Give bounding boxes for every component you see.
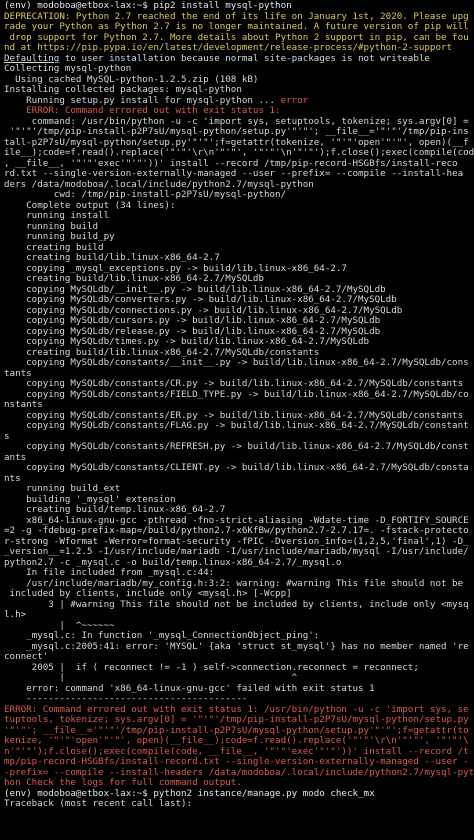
terminal-line: copying MySQLdb/constants/ER.py -> build… [4,410,464,421]
terminal-line: In file included from _mysql.c:44: [4,568,215,578]
terminal-line: Complete output (34 lines): [4,200,176,211]
terminal-line: copying MySQLdb/connections.py -> build/… [4,305,403,316]
terminal-line: nstants [4,400,43,410]
error-word: error [280,95,309,106]
terminal-line: creating build/lib.linux-x86_64-2.7/MySQ… [4,274,264,284]
terminal-line: running build_ext [4,484,121,494]
terminal-line: Collecting mysql-python [4,64,132,74]
terminal-line: tuptools, tokenize; sys.argv[0] = '"'"'/… [4,715,469,725]
terminal-line: connect' [4,652,49,662]
terminal-line: copying _mysql_exceptions.py -> build/li… [4,263,347,274]
terminal-line: nts [4,473,21,484]
terminal-line: l.h> [4,610,27,620]
terminal-line: building '_mysql' extension [4,494,176,505]
terminal-line: mp/pip-record-HSGBfs/install-record.txt … [4,757,469,767]
terminal-line: creating build/lib.linux-x86_64-2.7/MySQ… [4,347,320,358]
terminal-line: copying MySQLdb/release.py -> build/lib.… [4,326,381,337]
terminal-line: (env) modoboa@etbox-lax:~$ pip2 install … [4,1,292,11]
terminal-line: _mysql.c:2005:41: error: 'MYSQL' {aka 's… [4,641,469,652]
terminal-line: ---------------------------------------- [4,694,248,704]
terminal-line: copying MySQLdb/constants/__init__.py ->… [4,358,469,368]
terminal-line: copying MySQLdb/times.py -> build/lib.li… [4,337,370,347]
terminal-line: ants [4,452,27,463]
terminal-line: /usr/include/mariadb/my_config.h:3:2: wa… [4,578,464,589]
terminal-window[interactable]: (env) modoboa@etbox-lax:~$ pip2 install … [0,0,474,840]
terminal-line: copying MySQLdb/constants/FIELD_TYPE.py … [4,389,469,400]
terminal-line: ile__);code=f.read().replace('"'"'\r\n'"… [4,148,474,158]
terminal-line: _version__=1.2.5 -I/usr/include/mariadb … [4,547,469,557]
terminal-line: r-strong -Wformat -Werror=format-securit… [4,536,469,547]
terminal-line: command: /usr/bin/python -u -c 'import s… [4,116,469,127]
terminal-line: copying MySQLdb/__init__.py -> build/lib… [4,284,386,295]
terminal-line: '"'"'/tmp/pip-install-p2P7sU/mysql-pytho… [4,127,469,137]
terminal-line: copying MySQLdb/constants/FLAG.py -> bui… [4,421,469,431]
terminal-line: tants [4,368,32,379]
terminal-line: 3 | #warning This file should not be inc… [4,599,469,610]
terminal-line: x86_64-linux-gnu-gcc -pthread -fno-stric… [4,515,469,526]
terminal-line: creating build/temp.linux-x86_64-2.7 [4,505,226,515]
terminal-line: drop support for Python 2.7. More detail… [4,32,469,43]
underlined-word: Defaulting [4,53,60,64]
terminal-line: creating build/lib.linux-x86_64-2.7 [4,253,220,263]
terminal-line: tall-p2P7sU/mysql-python/setup.py'"'"';f… [4,137,469,148]
terminal-line: ERROR: Command errored out with exit sta… [4,704,469,715]
terminal-line: =2 -g -fdebug-prefix-map=/build/python2.… [4,526,469,536]
terminal-line: Running setup.py install for mysql-pytho… [4,96,474,107]
line-text: to user installation because normal site… [59,53,430,64]
terminal-line: (env) modoboa@etbox-lax:~$ python2 insta… [4,788,375,799]
terminal-line: , __file__, '"'"'exec'"'"'))' install --… [4,158,458,169]
terminal-line: 2005 | if ( reconnect != -1 ) self->conn… [4,662,419,673]
terminal-line: nd at https://pip.pypa.io/en/latest/deve… [4,43,453,53]
terminal-line: ERROR: Command errored out with exit sta… [4,106,281,116]
terminal-line: -prefix= --compile --install-headers /da… [4,767,474,778]
terminal-line: rade your Python as Python 2.7 is no lon… [4,22,469,32]
terminal-line: Using cached MySQL-python-1.2.5.zip (108… [4,74,259,85]
terminal-line: hon Check the logs for full command outp… [4,778,242,788]
terminal-line: | ^~~~~~~ [4,620,115,631]
terminal-line: n'"'"');f.close();exec(compile(code, __f… [4,746,469,757]
terminal-line: copying MySQLdb/cursors.py -> build/lib.… [4,316,381,326]
terminal-line: s [4,431,10,442]
terminal-line: running build_py [4,232,115,242]
line-text: Running setup.py install for mysql-pytho… [4,95,281,106]
terminal-line: running install [4,211,110,221]
terminal-line: DEPRECATION: Python 2.7 reached the end … [4,11,469,22]
terminal-line: ders /data/modoboa/.local/include/python… [4,179,314,190]
terminal-line: cwd: /tmp/pip-install-p2P7sU/mysql-pytho… [4,190,287,200]
terminal-line: _mysql.c: In function '_mysql_Connection… [4,631,320,641]
terminal-line: | ^ [4,673,298,683]
terminal-line: kenize, '"'"'open'"'"', open)(__file__);… [4,736,469,746]
terminal-line: Installing collected packages: mysql-pyt… [4,85,242,95]
terminal-line: '"'"'; __file__='"'"'/tmp/pip-install-p2… [4,725,469,736]
terminal-line: copying MySQLdb/constants/CLIENT.py -> b… [4,463,469,473]
terminal-line: Traceback (most recent call last): [4,799,193,809]
terminal-line: python2.7 -c _mysql.c -o build/temp.linu… [4,557,342,568]
terminal-line: copying MySQLdb/constants/REFRESH.py -> … [4,442,469,452]
terminal-line: included by clients, include only <mysql… [4,589,292,599]
terminal-line: rd.txt --single-version-externally-manag… [4,169,464,179]
terminal-line: copying MySQLdb/converters.py -> build/l… [4,295,397,305]
terminal-line: creating build [4,242,104,253]
terminal-line: error: command 'x86_64-linux-gnu-gcc' fa… [4,683,375,694]
terminal-line: running build [4,221,99,232]
terminal-line: Defaulting to user installation because … [4,54,474,65]
terminal-line: copying MySQLdb/constants/CR.py -> build… [4,379,464,389]
